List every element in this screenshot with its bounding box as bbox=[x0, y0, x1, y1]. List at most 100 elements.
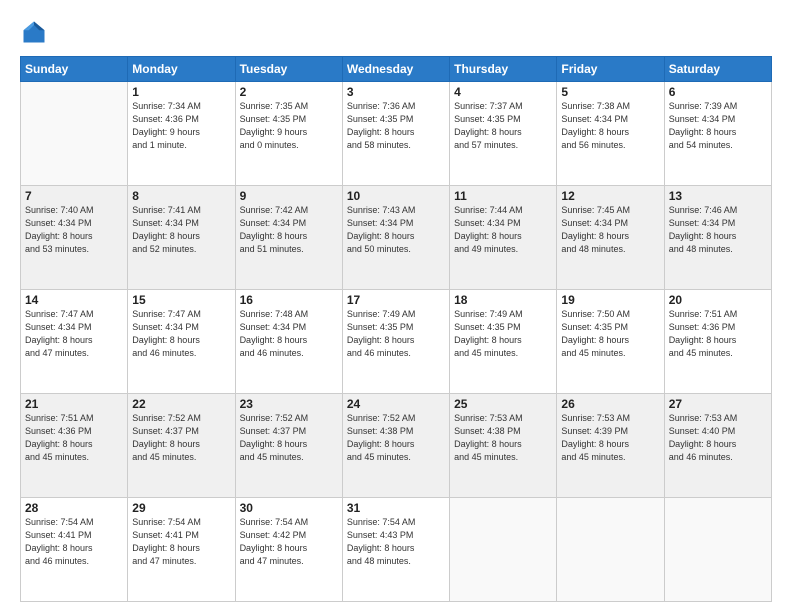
calendar-cell: 30Sunrise: 7:54 AM Sunset: 4:42 PM Dayli… bbox=[235, 498, 342, 602]
day-number: 17 bbox=[347, 293, 445, 307]
day-number: 4 bbox=[454, 85, 552, 99]
day-number: 8 bbox=[132, 189, 230, 203]
calendar-cell: 13Sunrise: 7:46 AM Sunset: 4:34 PM Dayli… bbox=[664, 186, 771, 290]
day-info: Sunrise: 7:39 AM Sunset: 4:34 PM Dayligh… bbox=[669, 100, 767, 152]
calendar-cell: 25Sunrise: 7:53 AM Sunset: 4:38 PM Dayli… bbox=[450, 394, 557, 498]
calendar-cell: 4Sunrise: 7:37 AM Sunset: 4:35 PM Daylig… bbox=[450, 82, 557, 186]
day-info: Sunrise: 7:47 AM Sunset: 4:34 PM Dayligh… bbox=[132, 308, 230, 360]
calendar-cell: 23Sunrise: 7:52 AM Sunset: 4:37 PM Dayli… bbox=[235, 394, 342, 498]
calendar-cell: 31Sunrise: 7:54 AM Sunset: 4:43 PM Dayli… bbox=[342, 498, 449, 602]
day-info: Sunrise: 7:54 AM Sunset: 4:41 PM Dayligh… bbox=[25, 516, 123, 568]
day-number: 25 bbox=[454, 397, 552, 411]
day-info: Sunrise: 7:42 AM Sunset: 4:34 PM Dayligh… bbox=[240, 204, 338, 256]
calendar-row-4: 28Sunrise: 7:54 AM Sunset: 4:41 PM Dayli… bbox=[21, 498, 772, 602]
day-info: Sunrise: 7:54 AM Sunset: 4:41 PM Dayligh… bbox=[132, 516, 230, 568]
day-info: Sunrise: 7:50 AM Sunset: 4:35 PM Dayligh… bbox=[561, 308, 659, 360]
day-number: 27 bbox=[669, 397, 767, 411]
calendar-cell: 7Sunrise: 7:40 AM Sunset: 4:34 PM Daylig… bbox=[21, 186, 128, 290]
day-info: Sunrise: 7:52 AM Sunset: 4:37 PM Dayligh… bbox=[240, 412, 338, 464]
day-number: 6 bbox=[669, 85, 767, 99]
day-info: Sunrise: 7:53 AM Sunset: 4:38 PM Dayligh… bbox=[454, 412, 552, 464]
day-number: 19 bbox=[561, 293, 659, 307]
calendar-row-0: 1Sunrise: 7:34 AM Sunset: 4:36 PM Daylig… bbox=[21, 82, 772, 186]
calendar-cell: 5Sunrise: 7:38 AM Sunset: 4:34 PM Daylig… bbox=[557, 82, 664, 186]
day-info: Sunrise: 7:48 AM Sunset: 4:34 PM Dayligh… bbox=[240, 308, 338, 360]
calendar-row-1: 7Sunrise: 7:40 AM Sunset: 4:34 PM Daylig… bbox=[21, 186, 772, 290]
day-info: Sunrise: 7:36 AM Sunset: 4:35 PM Dayligh… bbox=[347, 100, 445, 152]
calendar-cell: 3Sunrise: 7:36 AM Sunset: 4:35 PM Daylig… bbox=[342, 82, 449, 186]
day-number: 30 bbox=[240, 501, 338, 515]
calendar-cell: 22Sunrise: 7:52 AM Sunset: 4:37 PM Dayli… bbox=[128, 394, 235, 498]
day-info: Sunrise: 7:51 AM Sunset: 4:36 PM Dayligh… bbox=[25, 412, 123, 464]
day-info: Sunrise: 7:52 AM Sunset: 4:37 PM Dayligh… bbox=[132, 412, 230, 464]
day-info: Sunrise: 7:53 AM Sunset: 4:40 PM Dayligh… bbox=[669, 412, 767, 464]
day-info: Sunrise: 7:52 AM Sunset: 4:38 PM Dayligh… bbox=[347, 412, 445, 464]
calendar-cell: 2Sunrise: 7:35 AM Sunset: 4:35 PM Daylig… bbox=[235, 82, 342, 186]
day-info: Sunrise: 7:43 AM Sunset: 4:34 PM Dayligh… bbox=[347, 204, 445, 256]
day-number: 31 bbox=[347, 501, 445, 515]
calendar-cell: 11Sunrise: 7:44 AM Sunset: 4:34 PM Dayli… bbox=[450, 186, 557, 290]
day-number: 24 bbox=[347, 397, 445, 411]
logo-icon bbox=[20, 18, 48, 46]
calendar-cell bbox=[664, 498, 771, 602]
calendar-row-2: 14Sunrise: 7:47 AM Sunset: 4:34 PM Dayli… bbox=[21, 290, 772, 394]
weekday-header-saturday: Saturday bbox=[664, 57, 771, 82]
calendar-cell: 26Sunrise: 7:53 AM Sunset: 4:39 PM Dayli… bbox=[557, 394, 664, 498]
day-number: 13 bbox=[669, 189, 767, 203]
day-info: Sunrise: 7:34 AM Sunset: 4:36 PM Dayligh… bbox=[132, 100, 230, 152]
day-number: 3 bbox=[347, 85, 445, 99]
day-number: 5 bbox=[561, 85, 659, 99]
calendar-cell: 17Sunrise: 7:49 AM Sunset: 4:35 PM Dayli… bbox=[342, 290, 449, 394]
day-number: 16 bbox=[240, 293, 338, 307]
day-info: Sunrise: 7:51 AM Sunset: 4:36 PM Dayligh… bbox=[669, 308, 767, 360]
day-number: 9 bbox=[240, 189, 338, 203]
calendar-cell: 19Sunrise: 7:50 AM Sunset: 4:35 PM Dayli… bbox=[557, 290, 664, 394]
day-number: 1 bbox=[132, 85, 230, 99]
day-number: 20 bbox=[669, 293, 767, 307]
weekday-header-friday: Friday bbox=[557, 57, 664, 82]
day-info: Sunrise: 7:41 AM Sunset: 4:34 PM Dayligh… bbox=[132, 204, 230, 256]
calendar-cell: 15Sunrise: 7:47 AM Sunset: 4:34 PM Dayli… bbox=[128, 290, 235, 394]
weekday-header-thursday: Thursday bbox=[450, 57, 557, 82]
calendar-cell: 28Sunrise: 7:54 AM Sunset: 4:41 PM Dayli… bbox=[21, 498, 128, 602]
day-number: 23 bbox=[240, 397, 338, 411]
calendar-cell: 16Sunrise: 7:48 AM Sunset: 4:34 PM Dayli… bbox=[235, 290, 342, 394]
day-info: Sunrise: 7:53 AM Sunset: 4:39 PM Dayligh… bbox=[561, 412, 659, 464]
day-info: Sunrise: 7:54 AM Sunset: 4:42 PM Dayligh… bbox=[240, 516, 338, 568]
calendar-cell: 21Sunrise: 7:51 AM Sunset: 4:36 PM Dayli… bbox=[21, 394, 128, 498]
day-info: Sunrise: 7:44 AM Sunset: 4:34 PM Dayligh… bbox=[454, 204, 552, 256]
day-number: 2 bbox=[240, 85, 338, 99]
day-info: Sunrise: 7:38 AM Sunset: 4:34 PM Dayligh… bbox=[561, 100, 659, 152]
day-info: Sunrise: 7:54 AM Sunset: 4:43 PM Dayligh… bbox=[347, 516, 445, 568]
header bbox=[20, 18, 772, 46]
weekday-header-row: SundayMondayTuesdayWednesdayThursdayFrid… bbox=[21, 57, 772, 82]
calendar-cell: 8Sunrise: 7:41 AM Sunset: 4:34 PM Daylig… bbox=[128, 186, 235, 290]
day-number: 18 bbox=[454, 293, 552, 307]
day-info: Sunrise: 7:45 AM Sunset: 4:34 PM Dayligh… bbox=[561, 204, 659, 256]
calendar-cell: 12Sunrise: 7:45 AM Sunset: 4:34 PM Dayli… bbox=[557, 186, 664, 290]
calendar-cell: 6Sunrise: 7:39 AM Sunset: 4:34 PM Daylig… bbox=[664, 82, 771, 186]
weekday-header-sunday: Sunday bbox=[21, 57, 128, 82]
day-info: Sunrise: 7:49 AM Sunset: 4:35 PM Dayligh… bbox=[347, 308, 445, 360]
calendar-cell: 24Sunrise: 7:52 AM Sunset: 4:38 PM Dayli… bbox=[342, 394, 449, 498]
day-number: 7 bbox=[25, 189, 123, 203]
day-number: 12 bbox=[561, 189, 659, 203]
calendar-cell: 14Sunrise: 7:47 AM Sunset: 4:34 PM Dayli… bbox=[21, 290, 128, 394]
day-info: Sunrise: 7:47 AM Sunset: 4:34 PM Dayligh… bbox=[25, 308, 123, 360]
day-info: Sunrise: 7:49 AM Sunset: 4:35 PM Dayligh… bbox=[454, 308, 552, 360]
day-number: 11 bbox=[454, 189, 552, 203]
calendar-cell: 1Sunrise: 7:34 AM Sunset: 4:36 PM Daylig… bbox=[128, 82, 235, 186]
calendar-cell: 18Sunrise: 7:49 AM Sunset: 4:35 PM Dayli… bbox=[450, 290, 557, 394]
day-info: Sunrise: 7:37 AM Sunset: 4:35 PM Dayligh… bbox=[454, 100, 552, 152]
weekday-header-monday: Monday bbox=[128, 57, 235, 82]
calendar-cell bbox=[557, 498, 664, 602]
day-info: Sunrise: 7:40 AM Sunset: 4:34 PM Dayligh… bbox=[25, 204, 123, 256]
weekday-header-tuesday: Tuesday bbox=[235, 57, 342, 82]
day-number: 15 bbox=[132, 293, 230, 307]
day-number: 22 bbox=[132, 397, 230, 411]
day-number: 28 bbox=[25, 501, 123, 515]
day-number: 10 bbox=[347, 189, 445, 203]
calendar-cell: 10Sunrise: 7:43 AM Sunset: 4:34 PM Dayli… bbox=[342, 186, 449, 290]
calendar-cell: 29Sunrise: 7:54 AM Sunset: 4:41 PM Dayli… bbox=[128, 498, 235, 602]
calendar-cell bbox=[21, 82, 128, 186]
